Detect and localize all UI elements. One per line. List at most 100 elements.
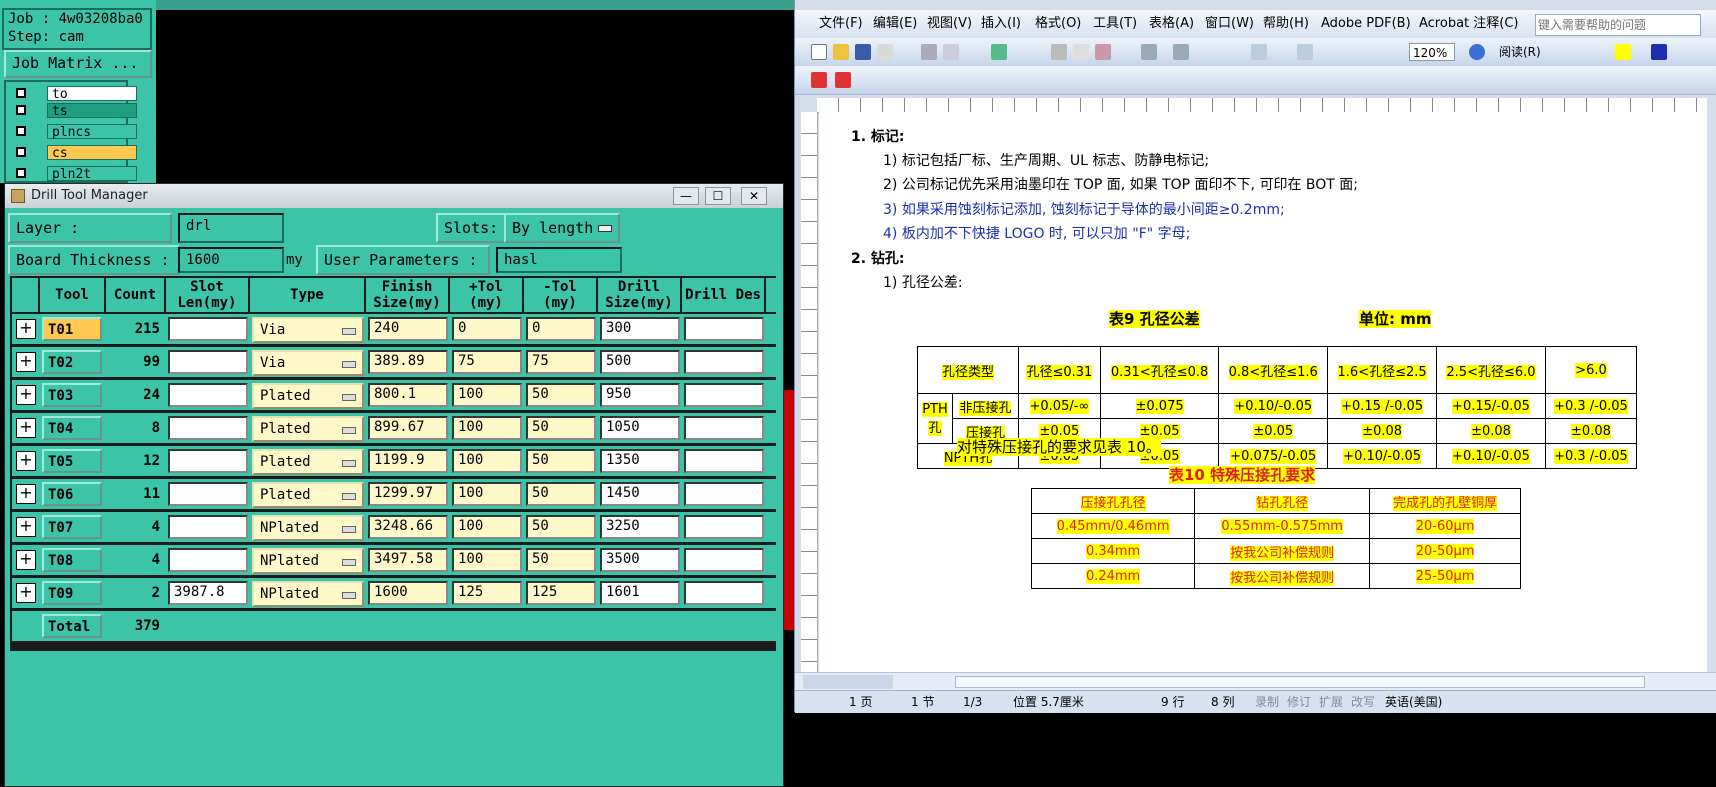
minus-tol-input[interactable]: 50: [526, 515, 596, 539]
board-thickness-field[interactable]: 1600: [178, 247, 284, 273]
type-select[interactable]: Plated: [252, 482, 364, 508]
status-track[interactable]: 修订: [1287, 691, 1311, 713]
read-button[interactable]: 阅读(R): [1499, 43, 1541, 61]
job-matrix-button[interactable]: Job Matrix ...: [4, 50, 152, 78]
drill-des-input[interactable]: [684, 581, 764, 605]
horizontal-scrollbar[interactable]: [795, 672, 1716, 691]
drill-size-input[interactable]: 1450: [600, 482, 680, 506]
finish-size-input[interactable]: 240: [368, 317, 448, 341]
columns-icon[interactable]: [1297, 44, 1313, 60]
layer-checkbox[interactable]: [16, 88, 26, 98]
tool-button[interactable]: T08: [42, 548, 102, 572]
drill-des-input[interactable]: [684, 416, 764, 440]
type-select[interactable]: Via: [252, 317, 364, 343]
menu-edit[interactable]: 编辑(E): [873, 10, 917, 38]
document-page[interactable]: 1. 标记: 1) 标记包括厂标、生产周期、UL 标志、防静电标记; 2) 公司…: [819, 112, 1707, 672]
drill-size-input[interactable]: 3500: [600, 548, 680, 572]
slot-len-input[interactable]: [168, 449, 248, 473]
drill-des-input[interactable]: [684, 548, 764, 572]
tool-button[interactable]: T03: [42, 383, 102, 407]
drill-size-input[interactable]: 1601: [600, 581, 680, 605]
drill-size-input[interactable]: 950: [600, 383, 680, 407]
open-icon[interactable]: [833, 44, 849, 60]
plus-tol-input[interactable]: 125: [452, 581, 522, 605]
help-search-input[interactable]: [1535, 14, 1701, 36]
font-color-icon[interactable]: [1651, 44, 1667, 60]
tool-button[interactable]: T06: [42, 482, 102, 506]
plus-tol-input[interactable]: 100: [452, 416, 522, 440]
drill-size-input[interactable]: 3250: [600, 515, 680, 539]
tool-button[interactable]: T07: [42, 515, 102, 539]
menu-format[interactable]: 格式(O): [1035, 10, 1081, 38]
finish-size-input[interactable]: 3497.58: [368, 548, 448, 572]
highlight-icon[interactable]: [1615, 44, 1631, 60]
undo-icon[interactable]: [1141, 44, 1157, 60]
spelling-icon[interactable]: [991, 44, 1007, 60]
menu-view[interactable]: 视图(V): [927, 10, 972, 38]
layer-checkbox[interactable]: [16, 105, 26, 115]
finish-size-input[interactable]: 800.1: [368, 383, 448, 407]
expand-icon[interactable]: +: [16, 418, 36, 438]
help-icon[interactable]: [1469, 44, 1485, 60]
pdf-convert-icon[interactable]: [811, 72, 827, 88]
tool-button[interactable]: T04: [42, 416, 102, 440]
drill-des-input[interactable]: [684, 350, 764, 374]
finish-size-input[interactable]: 3248.66: [368, 515, 448, 539]
plus-tol-input[interactable]: 100: [452, 515, 522, 539]
expand-icon[interactable]: +: [16, 385, 36, 405]
minus-tol-input[interactable]: 50: [526, 383, 596, 407]
finish-size-input[interactable]: 389.89: [368, 350, 448, 374]
slots-dropdown[interactable]: By length: [504, 213, 620, 243]
tool-button[interactable]: T01: [42, 317, 102, 341]
status-overtype[interactable]: 改写: [1351, 691, 1375, 713]
finish-size-input[interactable]: 1199.9: [368, 449, 448, 473]
expand-icon[interactable]: +: [16, 319, 36, 339]
expand-icon[interactable]: +: [16, 451, 36, 471]
drill-des-input[interactable]: [684, 515, 764, 539]
plus-tol-input[interactable]: 75: [452, 350, 522, 374]
expand-icon[interactable]: +: [16, 550, 36, 570]
drill-size-input[interactable]: 1050: [600, 416, 680, 440]
type-select[interactable]: Plated: [252, 449, 364, 475]
menu-adobe-pdf[interactable]: Adobe PDF(B): [1321, 10, 1411, 38]
slot-len-input[interactable]: [168, 383, 248, 407]
layer-checkbox[interactable]: [16, 147, 26, 157]
drill-size-input[interactable]: 300: [600, 317, 680, 341]
minus-tol-input[interactable]: 50: [526, 449, 596, 473]
slot-len-input[interactable]: [168, 515, 248, 539]
slot-len-input[interactable]: 3987.8: [168, 581, 248, 605]
plus-tol-input[interactable]: 100: [452, 383, 522, 407]
copy-icon[interactable]: [1073, 44, 1089, 60]
expand-icon[interactable]: +: [16, 484, 36, 504]
plus-tol-input[interactable]: 100: [452, 548, 522, 572]
plus-tol-input[interactable]: 100: [452, 449, 522, 473]
status-record[interactable]: 录制: [1255, 691, 1279, 713]
status-language[interactable]: 英语(美国): [1385, 691, 1442, 713]
finish-size-input[interactable]: 1600: [368, 581, 448, 605]
paste-icon[interactable]: [1095, 44, 1111, 60]
tool-button[interactable]: T09: [42, 581, 102, 605]
scroll-thumb[interactable]: [955, 676, 1645, 688]
menu-window[interactable]: 窗口(W): [1205, 10, 1254, 38]
save-icon[interactable]: [855, 44, 871, 60]
title-bar[interactable]: Drill Tool Manager — ☐ ✕: [5, 184, 783, 208]
redo-icon[interactable]: [1173, 44, 1189, 60]
expand-icon[interactable]: +: [16, 352, 36, 372]
layer-field[interactable]: drl: [178, 213, 284, 243]
drill-des-input[interactable]: [684, 317, 764, 341]
minus-tol-input[interactable]: 50: [526, 548, 596, 572]
layer-checkbox[interactable]: [16, 126, 26, 136]
menu-help[interactable]: 帮助(H): [1263, 10, 1309, 38]
minimize-icon[interactable]: —: [673, 187, 699, 205]
menu-acrobat[interactable]: Acrobat 注释(C): [1419, 10, 1519, 38]
minus-tol-input[interactable]: 75: [526, 350, 596, 374]
menu-file[interactable]: 文件(F): [819, 10, 863, 38]
type-select[interactable]: NPlated: [252, 548, 364, 574]
type-select[interactable]: Plated: [252, 383, 364, 409]
slot-len-input[interactable]: [168, 416, 248, 440]
status-extend[interactable]: 扩展: [1319, 691, 1343, 713]
type-select[interactable]: NPlated: [252, 515, 364, 541]
tool-button[interactable]: T02: [42, 350, 102, 374]
user-parameters-field[interactable]: hasl: [496, 247, 622, 273]
minus-tol-input[interactable]: 125: [526, 581, 596, 605]
